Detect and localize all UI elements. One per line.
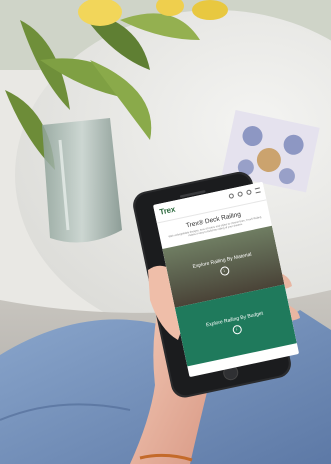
chevron-down-icon[interactable]: ↓ <box>219 266 230 277</box>
cart-icon[interactable] <box>245 189 252 196</box>
user-icon[interactable] <box>237 191 244 198</box>
header-icons <box>228 187 261 199</box>
photo-scene: Trex Trex® Deck Railing With unforgettab… <box>0 0 331 464</box>
search-icon[interactable] <box>228 193 235 199</box>
trex-logo[interactable]: Trex <box>159 205 176 217</box>
menu-icon[interactable] <box>254 187 261 194</box>
chevron-down-icon[interactable]: ↓ <box>231 324 243 336</box>
